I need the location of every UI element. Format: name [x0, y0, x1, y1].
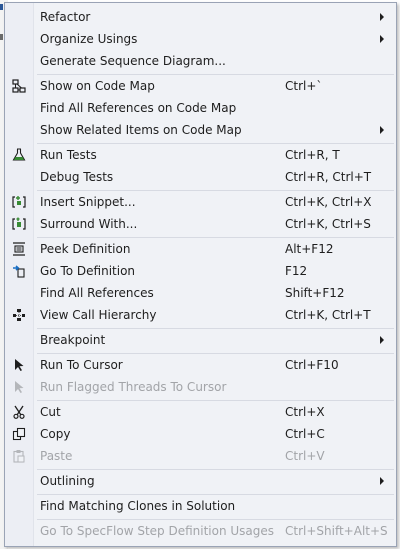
menu-item-label: Cut: [40, 405, 61, 419]
menu-item-label: Peek Definition: [40, 242, 131, 256]
cursor-icon: [11, 379, 27, 395]
menu-item-run-to-cursor[interactable]: Run To Cursor Ctrl+F10: [5, 354, 396, 376]
menu-item-shortcut: Ctrl+K, Ctrl+S: [285, 217, 371, 231]
menu-item-shortcut: Alt+F12: [285, 242, 334, 256]
menu-item-show-related-items[interactable]: Show Related Items on Code Map: [5, 119, 396, 141]
submenu-arrow-icon: [380, 477, 384, 485]
menu-item-show-on-code-map[interactable]: Show on Code Map Ctrl+`: [5, 75, 396, 97]
menu-item-shortcut: F12: [285, 264, 308, 278]
context-menu: Refactor Organize Usings Generate Sequen…: [4, 2, 397, 547]
menu-item-peek-definition[interactable]: Peek Definition Alt+F12: [5, 238, 396, 260]
menu-item-label: Run To Cursor: [40, 358, 123, 372]
menu-item-outlining[interactable]: Outlining: [5, 470, 396, 492]
menu-item-find-all-references[interactable]: Find All References Shift+F12: [5, 282, 396, 304]
menu-item-surround-with[interactable]: Surround With... Ctrl+K, Ctrl+S: [5, 213, 396, 235]
menu-item-shortcut: Ctrl+`: [285, 79, 323, 93]
menu-item-refactor[interactable]: Refactor: [5, 6, 396, 28]
menu-item-organize-usings[interactable]: Organize Usings: [5, 28, 396, 50]
menu-item-label: Show Related Items on Code Map: [40, 123, 242, 137]
menu-item-find-all-references-on-code-map[interactable]: Find All References on Code Map: [5, 97, 396, 119]
menu-item-shortcut: Ctrl+V: [285, 449, 325, 463]
menu-item-label: Breakpoint: [40, 333, 106, 347]
menu-item-label: Outlining: [40, 474, 95, 488]
call-hierarchy-icon: [11, 307, 27, 323]
submenu-arrow-icon: [380, 35, 384, 43]
menu-item-shortcut: Ctrl+K, Ctrl+X: [285, 195, 372, 209]
scissors-icon: [11, 404, 27, 420]
menu-item-generate-sequence-diagram[interactable]: Generate Sequence Diagram...: [5, 50, 396, 72]
menu-item-specflow-step-definition-usages: Go To SpecFlow Step Definition Usages Ct…: [5, 520, 396, 542]
submenu-arrow-icon: [380, 336, 384, 344]
editor-margin-mark: [0, 4, 3, 10]
cursor-icon: [11, 357, 27, 373]
peek-icon: [11, 241, 27, 257]
menu-item-label: Paste: [40, 449, 73, 463]
menu-item-breakpoint[interactable]: Breakpoint: [5, 329, 396, 351]
menu-item-label: Find All References on Code Map: [40, 101, 237, 115]
copy-icon: [11, 426, 27, 442]
code-map-icon: [11, 78, 27, 94]
menu-item-insert-snippet[interactable]: Insert Snippet... Ctrl+K, Ctrl+X: [5, 191, 396, 213]
menu-item-debug-tests[interactable]: Debug Tests Ctrl+R, Ctrl+T: [5, 166, 396, 188]
menu-item-label: Insert Snippet...: [40, 195, 136, 209]
menu-item-label: Refactor: [40, 10, 91, 24]
menu-item-label: Run Flagged Threads To Cursor: [40, 380, 227, 394]
menu-item-shortcut: Ctrl+C: [285, 427, 325, 441]
menu-item-run-tests[interactable]: Run Tests Ctrl+R, T: [5, 144, 396, 166]
menu-item-shortcut: Ctrl+R, Ctrl+T: [285, 170, 372, 184]
menu-item-paste: Paste Ctrl+V: [5, 445, 396, 467]
menu-item-label: Show on Code Map: [40, 79, 155, 93]
menu-item-go-to-definition[interactable]: Go To Definition F12: [5, 260, 396, 282]
menu-item-label: Find All References: [40, 286, 154, 300]
menu-item-label: Copy: [40, 427, 71, 441]
menu-item-copy[interactable]: Copy Ctrl+C: [5, 423, 396, 445]
menu-item-label: Generate Sequence Diagram...: [40, 54, 226, 68]
menu-item-label: Go To SpecFlow Step Definition Usages: [40, 524, 275, 538]
menu-item-find-matching-clones[interactable]: Find Matching Clones in Solution: [5, 495, 396, 517]
menu-item-shortcut: Ctrl+Shift+Alt+S: [285, 524, 388, 538]
menu-item-label: Organize Usings: [40, 32, 138, 46]
menu-item-run-flagged-threads-to-cursor: Run Flagged Threads To Cursor: [5, 376, 396, 398]
flask-icon: [11, 147, 27, 163]
menu-item-label: Go To Definition: [40, 264, 136, 278]
menu-item-label: View Call Hierarchy: [40, 308, 157, 322]
menu-item-label: Debug Tests: [40, 170, 114, 184]
menu-item-label: Run Tests: [40, 148, 97, 162]
surround-icon: [11, 216, 27, 232]
menu-item-shortcut: Ctrl+F10: [285, 358, 339, 372]
menu-item-shortcut: Shift+F12: [285, 286, 345, 300]
editor-margin-mark: [0, 34, 3, 40]
paste-icon: [11, 448, 27, 464]
goto-definition-icon: [11, 263, 27, 279]
menu-item-label: Surround With...: [40, 217, 138, 231]
submenu-arrow-icon: [380, 126, 384, 134]
snippet-icon: [11, 194, 27, 210]
menu-item-cut[interactable]: Cut Ctrl+X: [5, 401, 396, 423]
menu-item-label: Find Matching Clones in Solution: [40, 499, 236, 513]
menu-item-shortcut: Ctrl+R, T: [285, 148, 340, 162]
menu-item-shortcut: Ctrl+X: [285, 405, 325, 419]
menu-item-shortcut: Ctrl+K, Ctrl+T: [285, 308, 371, 322]
submenu-arrow-icon: [380, 13, 384, 21]
menu-item-view-call-hierarchy[interactable]: View Call Hierarchy Ctrl+K, Ctrl+T: [5, 304, 396, 326]
